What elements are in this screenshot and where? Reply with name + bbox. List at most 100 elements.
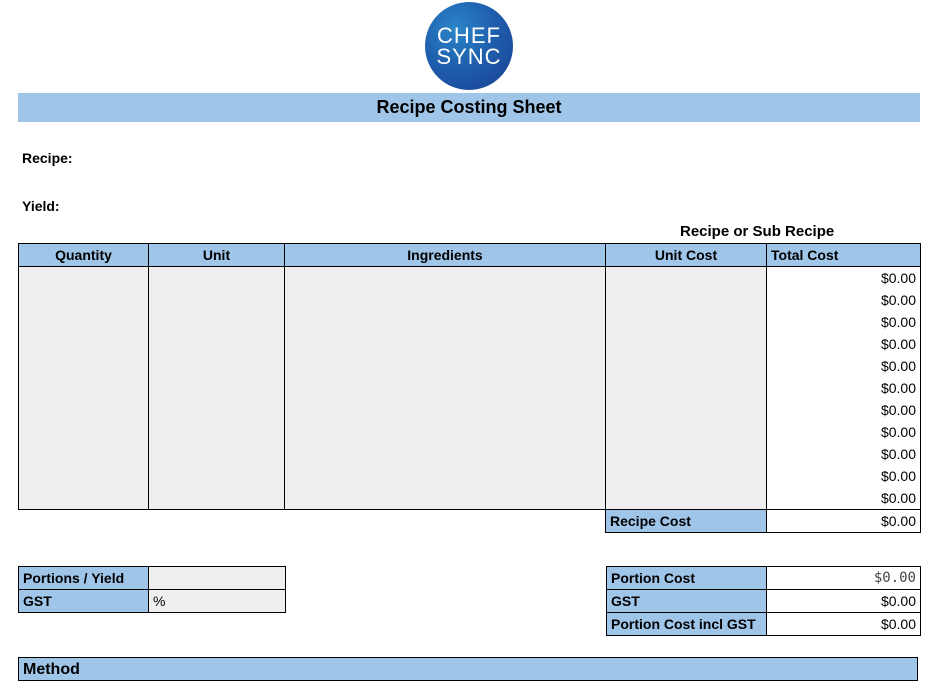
unit-cell[interactable] bbox=[148, 465, 285, 487]
recipe-cost-label: Recipe Cost bbox=[605, 509, 767, 533]
total-cost-cell: $0.00 bbox=[766, 289, 921, 311]
unit-cell[interactable] bbox=[148, 355, 285, 377]
header-quantity: Quantity bbox=[18, 243, 149, 267]
ingredient-cell[interactable] bbox=[284, 289, 606, 311]
unit-cell[interactable] bbox=[148, 266, 285, 289]
empty-cell bbox=[19, 510, 149, 533]
quantity-cell[interactable] bbox=[18, 355, 149, 377]
yield-label: Yield: bbox=[22, 198, 60, 214]
quantity-cell[interactable] bbox=[18, 465, 149, 487]
unit-cost-cell[interactable] bbox=[605, 443, 767, 465]
portions-input[interactable] bbox=[148, 566, 286, 590]
unit-cost-cell[interactable] bbox=[605, 289, 767, 311]
quantity-cell[interactable] bbox=[18, 421, 149, 443]
incl-gst-value[interactable]: $0.00 bbox=[766, 612, 921, 636]
gst-cost-label: GST bbox=[606, 589, 767, 613]
total-cost-cell: $0.00 bbox=[766, 399, 921, 421]
quantity-cell[interactable] bbox=[18, 377, 149, 399]
portions-row: Portions / Yield bbox=[18, 566, 286, 590]
unit-cost-cell[interactable] bbox=[605, 311, 767, 333]
quantity-cell[interactable] bbox=[18, 487, 149, 510]
ingredient-cell[interactable] bbox=[284, 487, 606, 510]
ingredients-table: Quantity Unit Ingredients Unit Cost Tota… bbox=[18, 243, 921, 533]
unit-cost-cell[interactable] bbox=[605, 333, 767, 355]
unit-cost-cell[interactable] bbox=[605, 465, 767, 487]
portions-label: Portions / Yield bbox=[18, 566, 149, 590]
unit-cell[interactable] bbox=[148, 443, 285, 465]
ingredient-cell[interactable] bbox=[284, 311, 606, 333]
ingredient-cell[interactable] bbox=[284, 465, 606, 487]
total-cost-cell: $0.00 bbox=[766, 465, 921, 487]
incl-gst-row: Portion Cost incl GST $0.00 bbox=[606, 612, 921, 636]
header-unit-cost: Unit Cost bbox=[605, 243, 767, 267]
header-ingredients: Ingredients bbox=[284, 243, 606, 267]
ingredient-cell[interactable] bbox=[284, 333, 606, 355]
gst-label: GST bbox=[18, 589, 149, 613]
ingredient-cell[interactable] bbox=[284, 355, 606, 377]
recipe-cost-row: Recipe Cost $0.00 bbox=[19, 509, 921, 533]
right-summary-table: Portion Cost $0.00 GST $0.00 Portion Cos… bbox=[606, 566, 921, 636]
ingredient-row: $0.00 bbox=[18, 355, 921, 377]
ingredient-row: $0.00 bbox=[18, 487, 921, 510]
ingredient-cell[interactable] bbox=[284, 377, 606, 399]
unit-cell[interactable] bbox=[148, 289, 285, 311]
header-unit: Unit bbox=[148, 243, 285, 267]
chef-sync-logo: CHEF SYNC bbox=[425, 2, 513, 90]
ingredient-row: $0.00 bbox=[18, 266, 921, 289]
left-summary-table: Portions / Yield GST % bbox=[18, 566, 286, 613]
quantity-cell[interactable] bbox=[18, 289, 149, 311]
quantity-cell[interactable] bbox=[18, 399, 149, 421]
unit-cell[interactable] bbox=[148, 399, 285, 421]
gst-percent-row: GST % bbox=[18, 589, 286, 613]
unit-cell[interactable] bbox=[148, 311, 285, 333]
recipe-cost-value[interactable]: $0.00 bbox=[766, 509, 921, 533]
recipe-label: Recipe: bbox=[22, 150, 73, 166]
quantity-cell[interactable] bbox=[18, 443, 149, 465]
sheet-title: Recipe Costing Sheet bbox=[18, 93, 920, 122]
ingredient-row: $0.00 bbox=[18, 377, 921, 399]
unit-cost-cell[interactable] bbox=[605, 266, 767, 289]
quantity-cell[interactable] bbox=[18, 311, 149, 333]
unit-cost-cell[interactable] bbox=[605, 377, 767, 399]
total-cost-cell: $0.00 bbox=[766, 266, 921, 289]
ingredient-row: $0.00 bbox=[18, 333, 921, 355]
method-header: Method bbox=[18, 657, 918, 681]
ingredient-row: $0.00 bbox=[18, 311, 921, 333]
unit-cost-cell[interactable] bbox=[605, 355, 767, 377]
gst-cost-row: GST $0.00 bbox=[606, 589, 921, 613]
unit-cell[interactable] bbox=[148, 421, 285, 443]
gst-percent-input[interactable]: % bbox=[148, 589, 286, 613]
header-total-cost: Total Cost bbox=[766, 243, 921, 267]
portion-cost-label: Portion Cost bbox=[606, 566, 767, 590]
ingredient-row: $0.00 bbox=[18, 443, 921, 465]
ingredient-cell[interactable] bbox=[284, 443, 606, 465]
total-cost-cell: $0.00 bbox=[766, 487, 921, 510]
quantity-cell[interactable] bbox=[18, 333, 149, 355]
total-cost-cell: $0.00 bbox=[766, 333, 921, 355]
recipe-type-label: Recipe or Sub Recipe bbox=[680, 223, 835, 240]
gst-cost-value[interactable]: $0.00 bbox=[766, 589, 921, 613]
unit-cost-cell[interactable] bbox=[605, 399, 767, 421]
total-cost-cell: $0.00 bbox=[766, 355, 921, 377]
ingredient-cell[interactable] bbox=[284, 266, 606, 289]
ingredient-cell[interactable] bbox=[284, 421, 606, 443]
unit-cost-cell[interactable] bbox=[605, 421, 767, 443]
total-cost-cell: $0.00 bbox=[766, 421, 921, 443]
ingredient-row: $0.00 bbox=[18, 289, 921, 311]
unit-cell[interactable] bbox=[148, 333, 285, 355]
quantity-cell[interactable] bbox=[18, 266, 149, 289]
empty-cell bbox=[285, 510, 606, 533]
incl-gst-label: Portion Cost incl GST bbox=[606, 612, 767, 636]
portion-cost-value[interactable]: $0.00 bbox=[766, 566, 921, 590]
unit-cost-cell[interactable] bbox=[605, 487, 767, 510]
unit-cell[interactable] bbox=[148, 377, 285, 399]
ingredient-cell[interactable] bbox=[284, 399, 606, 421]
total-cost-cell: $0.00 bbox=[766, 311, 921, 333]
total-cost-cell: $0.00 bbox=[766, 443, 921, 465]
logo-line-2: SYNC bbox=[436, 44, 502, 69]
unit-cell[interactable] bbox=[148, 487, 285, 510]
portion-cost-row: Portion Cost $0.00 bbox=[606, 566, 921, 590]
ingredients-header-row: Quantity Unit Ingredients Unit Cost Tota… bbox=[18, 243, 921, 267]
ingredient-row: $0.00 bbox=[18, 399, 921, 421]
ingredient-row: $0.00 bbox=[18, 465, 921, 487]
